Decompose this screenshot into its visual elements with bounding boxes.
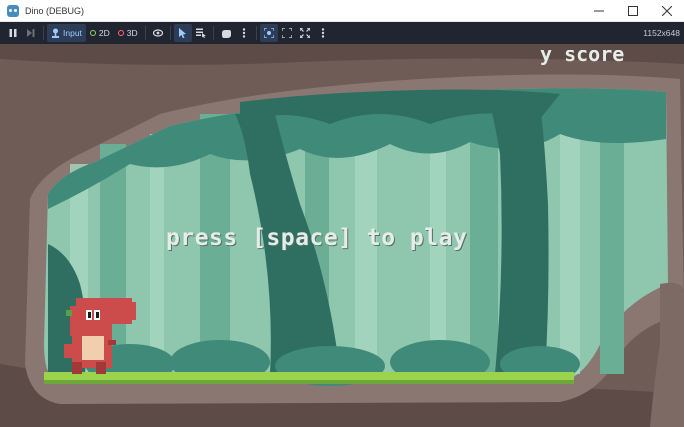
mode-3d-label: 3D: [126, 28, 138, 38]
window-title: Dino (DEBUG): [25, 5, 85, 16]
kebab-menu-icon: [242, 28, 245, 38]
pause-button[interactable]: [4, 24, 22, 42]
cursor-arrow-icon: [178, 28, 186, 38]
select-tool-button[interactable]: [173, 24, 192, 42]
kebab-menu-icon: [321, 28, 324, 38]
next-frame-icon: [27, 29, 35, 37]
toolbar-separator: [169, 26, 171, 40]
expand-icon: [281, 28, 292, 38]
mode-2d-button[interactable]: 2D: [86, 24, 114, 42]
debug-draw-button[interactable]: [217, 24, 235, 42]
window-titlebar: Dino (DEBUG): [0, 0, 684, 22]
camera-focus-icon: [263, 28, 274, 38]
minimize-icon: [594, 10, 604, 12]
eye-icon: [152, 29, 163, 37]
fit-view-button[interactable]: [278, 24, 296, 42]
list-select-button[interactable]: [192, 24, 210, 42]
toolbar-separator: [144, 26, 146, 40]
toolbar-separator: [255, 26, 257, 40]
start-prompt: press [space] to play: [166, 225, 468, 251]
close-button[interactable]: [650, 0, 684, 22]
resolution-readout: 1152x648: [643, 28, 680, 38]
input-toggle-button[interactable]: Input: [47, 24, 86, 42]
minimize-button[interactable]: [582, 0, 616, 22]
godot-app-icon: [7, 4, 19, 17]
close-icon: [662, 6, 672, 16]
maximize-button[interactable]: [616, 0, 650, 22]
toolbar-separator: [212, 26, 214, 40]
window-controls: [582, 0, 684, 22]
fullscreen-button[interactable]: [296, 24, 314, 42]
score-label: y score: [540, 50, 625, 66]
camera-override-button[interactable]: [259, 24, 278, 42]
next-frame-button[interactable]: [22, 24, 40, 42]
mode-3d-button[interactable]: 3D: [114, 24, 142, 42]
visibility-button[interactable]: [149, 24, 167, 42]
input-label: Input: [63, 28, 82, 38]
circle-3d-icon: [117, 30, 124, 36]
fullscreen-icon: [299, 28, 310, 38]
circle-2d-icon: [89, 30, 96, 36]
toolbar-separator: [43, 26, 44, 40]
debug-toolbar: Input 2D 3D 1152x648: [0, 22, 684, 44]
pause-icon: [9, 29, 17, 37]
more-options-button[interactable]: [235, 24, 253, 42]
joystick-icon: [52, 28, 59, 38]
grass-shade: [44, 380, 574, 384]
camera-options-button[interactable]: [314, 24, 332, 42]
gauntlet-icon: [221, 29, 231, 38]
mode-2d-label: 2D: [98, 28, 110, 38]
game-viewport[interactable]: y score press [space] to play: [0, 44, 684, 427]
maximize-icon: [628, 6, 638, 16]
list-icon: [195, 28, 206, 38]
